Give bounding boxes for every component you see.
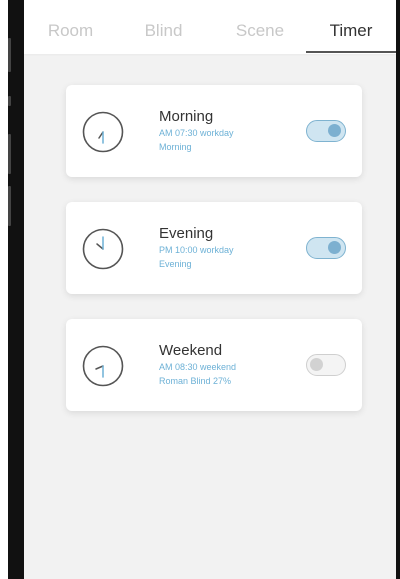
timer-detail: Roman Blind 27% (159, 376, 232, 386)
tab-room[interactable]: Room (24, 0, 117, 54)
timer-name: Morning (159, 108, 214, 125)
tab-bar: Room Blind Scene Timer (24, 0, 396, 54)
toggle-knob (328, 124, 341, 137)
clock-icon (82, 111, 124, 153)
timer-schedule: PM 10:00 workday (159, 245, 234, 255)
side-button (8, 96, 11, 106)
timer-card-morning[interactable]: Morning AM 07:30 workday Morning (66, 85, 362, 177)
timer-card-evening[interactable]: Evening PM 10:00 workday Evening (66, 202, 362, 294)
timer-toggle[interactable] (306, 354, 346, 376)
timer-toggle[interactable] (306, 237, 346, 259)
timer-name: Weekend (159, 342, 223, 359)
toggle-knob (328, 241, 341, 254)
tab-blind[interactable]: Blind (117, 0, 210, 54)
timer-name: Evening (159, 225, 214, 242)
timer-schedule: AM 08:30 weekend (159, 362, 237, 372)
timer-detail: Evening (159, 259, 192, 269)
clock-icon (82, 228, 124, 270)
tab-timer[interactable]: Timer (306, 0, 396, 54)
side-button (8, 186, 11, 226)
app-screen: Room Blind Scene Timer Morning AM 07:30 … (24, 0, 396, 579)
timer-detail: Morning (159, 142, 192, 152)
active-tab-indicator (306, 51, 396, 53)
phone-frame: Room Blind Scene Timer Morning AM 07:30 … (8, 0, 400, 579)
side-button (8, 38, 11, 72)
timer-toggle[interactable] (306, 120, 346, 142)
toggle-knob (310, 358, 323, 371)
tab-scene[interactable]: Scene (210, 0, 310, 54)
clock-icon (82, 345, 124, 387)
timer-schedule: AM 07:30 workday (159, 128, 234, 138)
side-button (8, 134, 11, 174)
timer-card-weekend[interactable]: Weekend AM 08:30 weekend Roman Blind 27% (66, 319, 362, 411)
